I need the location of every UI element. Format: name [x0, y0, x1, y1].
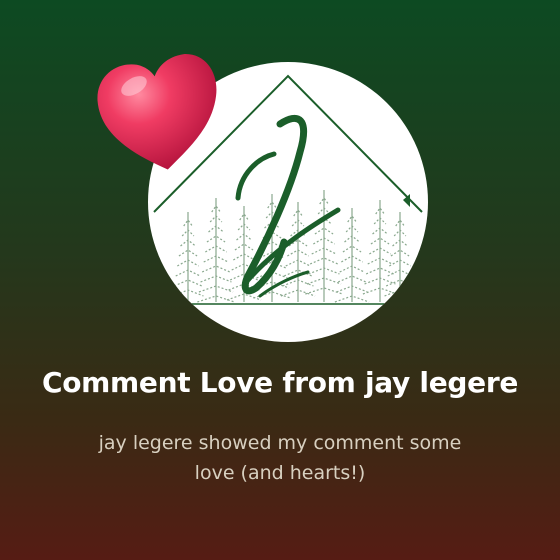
- subtitle-line-2: love (and hearts!): [194, 462, 366, 484]
- pine-tree-icon: [172, 212, 204, 302]
- pine-tree-icon: [334, 208, 370, 303]
- heart-icon: [97, 54, 217, 170]
- pine-tree-icon: [362, 200, 398, 302]
- subtitle-line-1: jay legere showed my comment some: [98, 432, 462, 454]
- pine-tree-icon: [384, 212, 416, 302]
- notification-subtitle: jay legere showed my comment some love (…: [60, 428, 500, 488]
- script-j-monogram-icon: [235, 114, 341, 298]
- notification-title: Comment Love from jay legere: [41, 366, 519, 399]
- notification-card[interactable]: Comment Love from jay legere jay legere …: [0, 0, 560, 560]
- pine-tree-icon: [305, 190, 343, 302]
- pine-tree-icon: [197, 198, 235, 303]
